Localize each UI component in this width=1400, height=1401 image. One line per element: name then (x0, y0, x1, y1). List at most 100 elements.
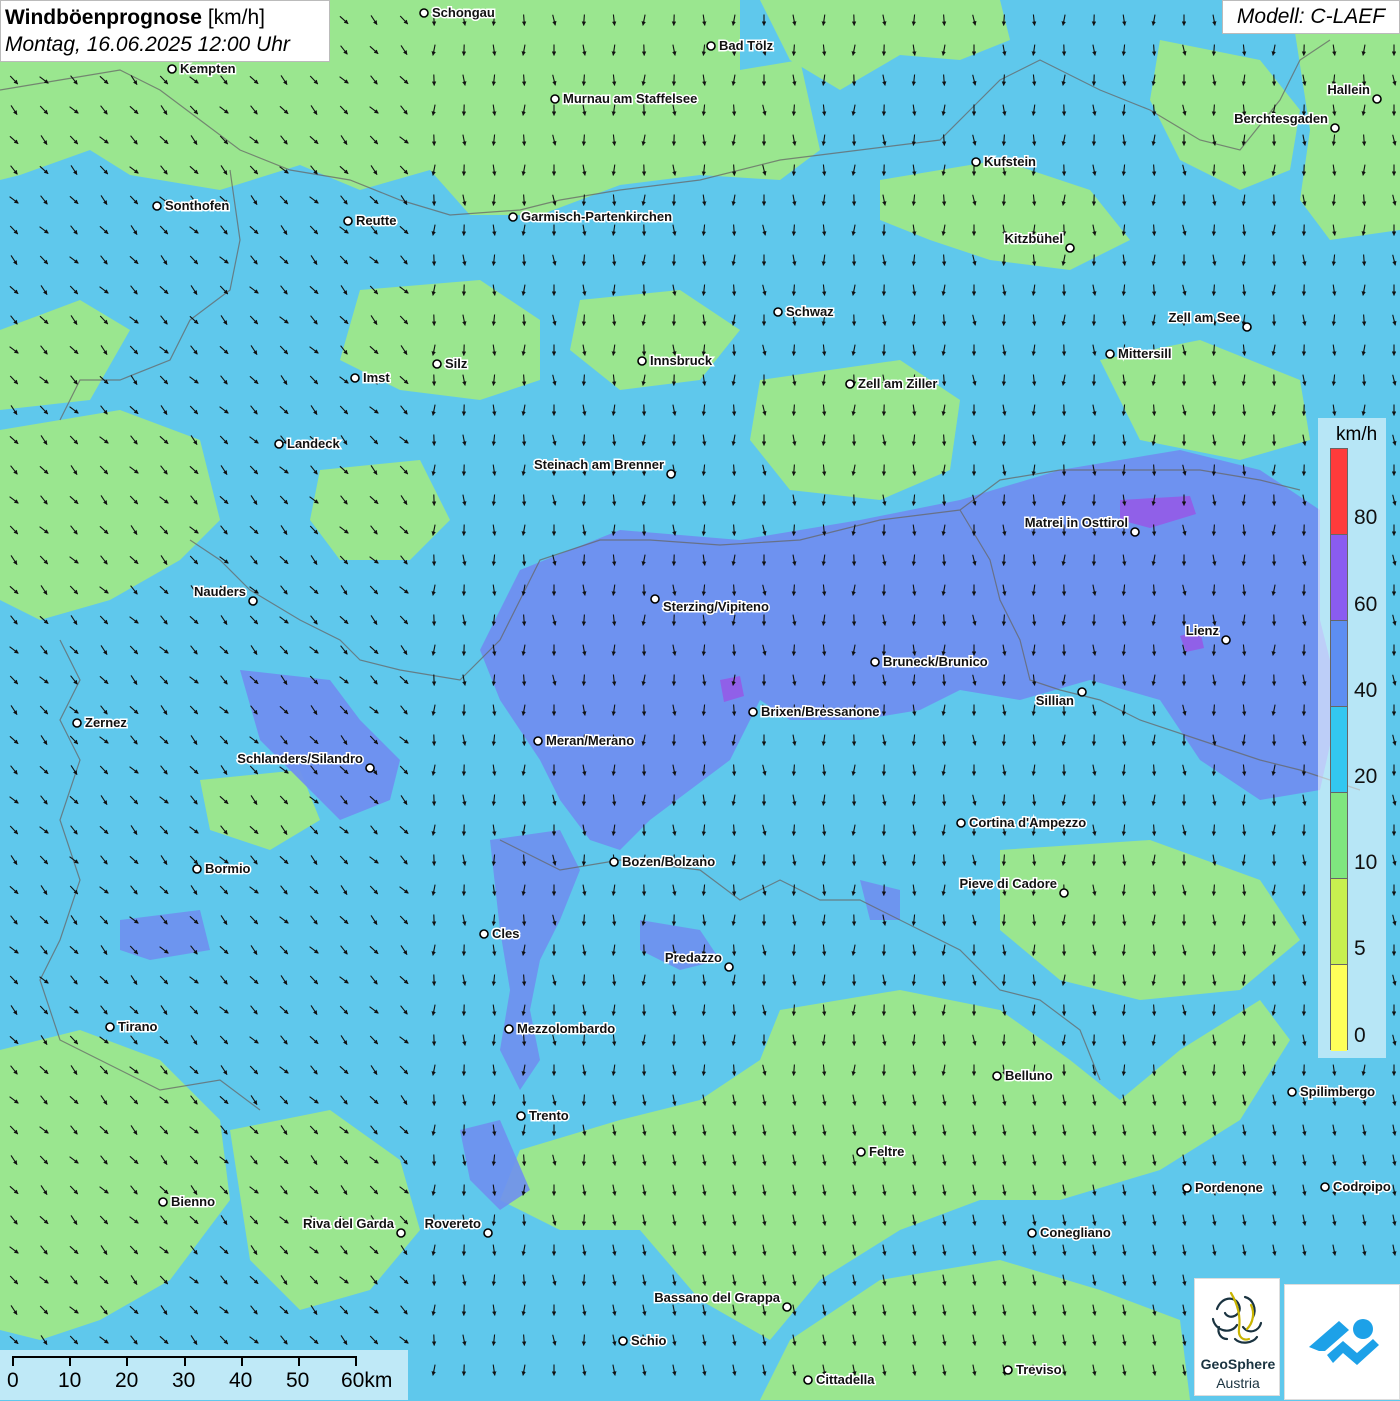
city-label: Predazzo (665, 950, 722, 965)
city-label: Bozen/Bolzano (622, 854, 715, 869)
city-label: Schlanders/Silandro (237, 751, 363, 766)
city-dot-icon (1373, 95, 1381, 103)
city-dot-icon (1288, 1088, 1296, 1096)
uwz-chevron-icon (1285, 1285, 1400, 1401)
city-dot-icon (846, 380, 854, 388)
city-label: Nauders (194, 584, 246, 599)
city-dot-icon (871, 658, 879, 666)
city-dot-icon (159, 1198, 167, 1206)
city-spilimbergo: Spilimbergo (1288, 1084, 1375, 1099)
city-dot-icon (957, 819, 965, 827)
city-dot-icon (433, 360, 441, 368)
city-label: Kitzbühel (1005, 231, 1064, 246)
city-dot-icon (1028, 1229, 1036, 1237)
city-dot-icon (993, 1072, 1001, 1080)
legend-bar (1330, 448, 1348, 1050)
city-dot-icon (667, 470, 675, 478)
city-dot-icon (153, 202, 161, 210)
geosphere-logo[interactable]: GeoSphere Austria (1194, 1278, 1280, 1396)
city-schongau: Schongau (420, 5, 495, 20)
geosphere-name: GeoSphere (1195, 1356, 1281, 1372)
legend-swatch (1331, 621, 1347, 707)
city-label: Sterzing/Vipiteno (663, 599, 769, 614)
legend-label-80: 80 (1354, 506, 1377, 530)
legend-label-40: 40 (1354, 679, 1377, 703)
city-dot-icon (366, 764, 374, 772)
city-dot-icon (749, 708, 757, 716)
city-garmisch-partenkirchen: Garmisch-Partenkirchen (509, 209, 672, 224)
city-label: Cittadella (816, 1372, 875, 1387)
city-dot-icon (619, 1337, 627, 1345)
city-dot-icon (1066, 244, 1074, 252)
city-dot-icon (397, 1229, 405, 1237)
scale-tick (126, 1356, 128, 1366)
scale-label: 60km (341, 1369, 392, 1393)
city-cortina-d-ampezzo: Cortina d'Ampezzo (957, 815, 1086, 830)
city-label: Matrei in Osttirol (1025, 515, 1128, 530)
city-brixen-bressanone: Brixen/Bressanone (749, 704, 880, 719)
city-dot-icon (857, 1148, 865, 1156)
city-label: Tirano (118, 1019, 158, 1034)
city-dot-icon (420, 9, 428, 17)
city-label: Reutte (356, 213, 396, 228)
city-label: Brixen/Bressanone (761, 704, 880, 719)
legend-swatch (1331, 449, 1347, 535)
city-dot-icon (1106, 350, 1114, 358)
city-label: Zernez (85, 715, 127, 730)
color-legend: km/h 80 60 40 20 10 5 0 (1318, 418, 1386, 1058)
legend-swatch (1331, 707, 1347, 793)
city-dot-icon (783, 1303, 791, 1311)
city-zell-am-ziller: Zell am Ziller (846, 376, 937, 391)
city-label: Schwaz (786, 304, 834, 319)
city-dot-icon (1331, 124, 1339, 132)
city-label: Sonthofen (165, 198, 229, 213)
city-label: Bienno (171, 1194, 215, 1209)
scale-tick (69, 1356, 71, 1366)
city-label: Bormio (205, 861, 251, 876)
map-title: Windböenprognose [km/h] (5, 5, 325, 31)
city-conegliano: Conegliano (1028, 1225, 1111, 1240)
city-dot-icon (804, 1376, 812, 1384)
city-dot-icon (480, 930, 488, 938)
city-dot-icon (1131, 528, 1139, 536)
city-label: Hallein (1327, 82, 1370, 97)
scale-label: 0 (7, 1369, 19, 1393)
city-bozen-bolzano: Bozen/Bolzano (610, 854, 715, 869)
legend-swatch (1331, 879, 1347, 965)
warning-logo[interactable] (1284, 1284, 1400, 1400)
city-mezzolombardo: Mezzolombardo (505, 1021, 615, 1036)
city-dot-icon (1321, 1183, 1329, 1191)
city-dot-icon (106, 1023, 114, 1031)
legend-unit: km/h (1336, 424, 1377, 446)
city-meran-merano: Meran/Merano (534, 733, 634, 748)
scale-label: 30 (172, 1369, 195, 1393)
city-label: Codroipo (1333, 1179, 1391, 1194)
city-label: Pieve di Cadore (959, 876, 1057, 891)
city-label: Garmisch-Partenkirchen (521, 209, 672, 224)
legend-swatch (1331, 965, 1347, 1051)
wind-gust-map[interactable]: SchongauBad TölzKemptenMurnau am Staffel… (0, 0, 1400, 1400)
scale-tick (298, 1356, 300, 1366)
city-label: Kempten (180, 61, 236, 76)
city-label: Innsbruck (650, 353, 713, 368)
city-dot-icon (1183, 1184, 1191, 1192)
city-label: Lienz (1186, 623, 1220, 638)
city-label: Cortina d'Ampezzo (969, 815, 1086, 830)
scale-tick (12, 1356, 14, 1366)
geosphere-sub: Austria (1195, 1375, 1281, 1391)
city-label: Pordenone (1195, 1180, 1263, 1195)
city-label: Berchtesgaden (1234, 111, 1328, 126)
city-label: Rovereto (425, 1216, 481, 1231)
legend-label-5: 5 (1354, 937, 1366, 961)
geosphere-emblem-icon (1195, 1279, 1281, 1355)
legend-swatch (1331, 535, 1347, 621)
city-label: Kufstein (984, 154, 1036, 169)
city-label: Murnau am Staffelsee (563, 91, 697, 106)
city-innsbruck: Innsbruck (638, 353, 713, 368)
model-label: Modell: C-LAEF (1222, 0, 1400, 34)
city-label: Imst (363, 370, 390, 385)
city-label: Conegliano (1040, 1225, 1111, 1240)
scale-label: 10 (58, 1369, 81, 1393)
city-label: Silz (445, 356, 468, 371)
city-dot-icon (1243, 323, 1251, 331)
